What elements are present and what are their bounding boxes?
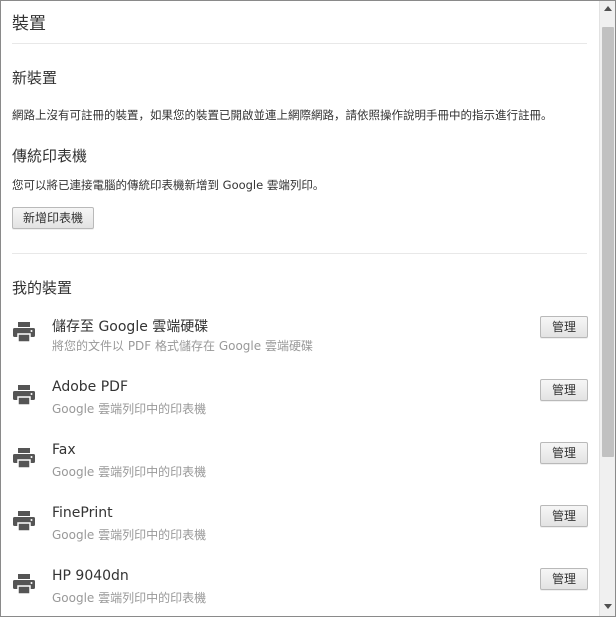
page-title: 裝置 [12,14,46,34]
my-devices-heading: 我的裝置 [12,279,73,297]
device-description: Google 雲端列印中的印表機 [52,591,207,605]
printer-icon [13,448,35,469]
classic-printers-heading: 傳統印表機 [12,147,88,165]
printer-icon [13,574,35,595]
scroll-down-arrow-icon[interactable] [600,599,615,615]
manage-button[interactable]: 管理 [540,442,588,464]
printer-icon [13,511,35,532]
manage-button[interactable]: 管理 [540,316,588,338]
device-description: Google 雲端列印中的印表機 [52,465,207,479]
divider [12,253,587,254]
device-row: Adobe PDF Google 雲端列印中的印表機 管理 [1,379,598,429]
device-row: HP 9040dn Google 雲端列印中的印表機 管理 [1,568,598,616]
device-name: 儲存至 Google 雲端硬碟 [52,319,209,335]
device-row: Fax Google 雲端列印中的印表機 管理 [1,442,598,492]
device-description: Google 雲端列印中的印表機 [52,402,207,416]
manage-button[interactable]: 管理 [540,505,588,527]
new-devices-text: 網路上沒有可註冊的裝置，如果您的裝置已開啟並連上網際網路，請依照操作說明手冊中的… [12,108,553,122]
device-description: 將您的文件以 PDF 格式儲存在 Google 雲端硬碟 [52,339,313,353]
devices-page: 裝置 新裝置 網路上沒有可註冊的裝置，如果您的裝置已開啟並連上網際網路，請依照操… [1,1,598,616]
printer-icon [13,322,35,343]
vertical-scrollbar[interactable] [599,1,615,616]
device-row: 儲存至 Google 雲端硬碟 將您的文件以 PDF 格式儲存在 Google … [1,316,598,366]
new-devices-heading: 新裝置 [12,69,58,87]
device-name: FinePrint [52,505,113,521]
device-description: Google 雲端列印中的印表機 [52,528,207,542]
divider [12,43,587,44]
device-name: Fax [52,442,76,458]
device-name: Adobe PDF [52,379,129,395]
add-printer-button[interactable]: 新增印表機 [12,207,95,229]
scroll-up-arrow-icon[interactable] [600,1,615,17]
device-name: HP 9040dn [52,568,129,584]
printer-icon [13,385,35,406]
scrollbar-thumb[interactable] [602,27,614,457]
classic-printers-text: 您可以將已連接電腦的傳統印表機新增到 Google 雲端列印。 [12,178,325,192]
manage-button[interactable]: 管理 [540,379,588,401]
window-frame: 裝置 新裝置 網路上沒有可註冊的裝置，如果您的裝置已開啟並連上網際網路，請依照操… [0,0,616,617]
manage-button[interactable]: 管理 [540,568,588,590]
device-row: FinePrint Google 雲端列印中的印表機 管理 [1,505,598,555]
